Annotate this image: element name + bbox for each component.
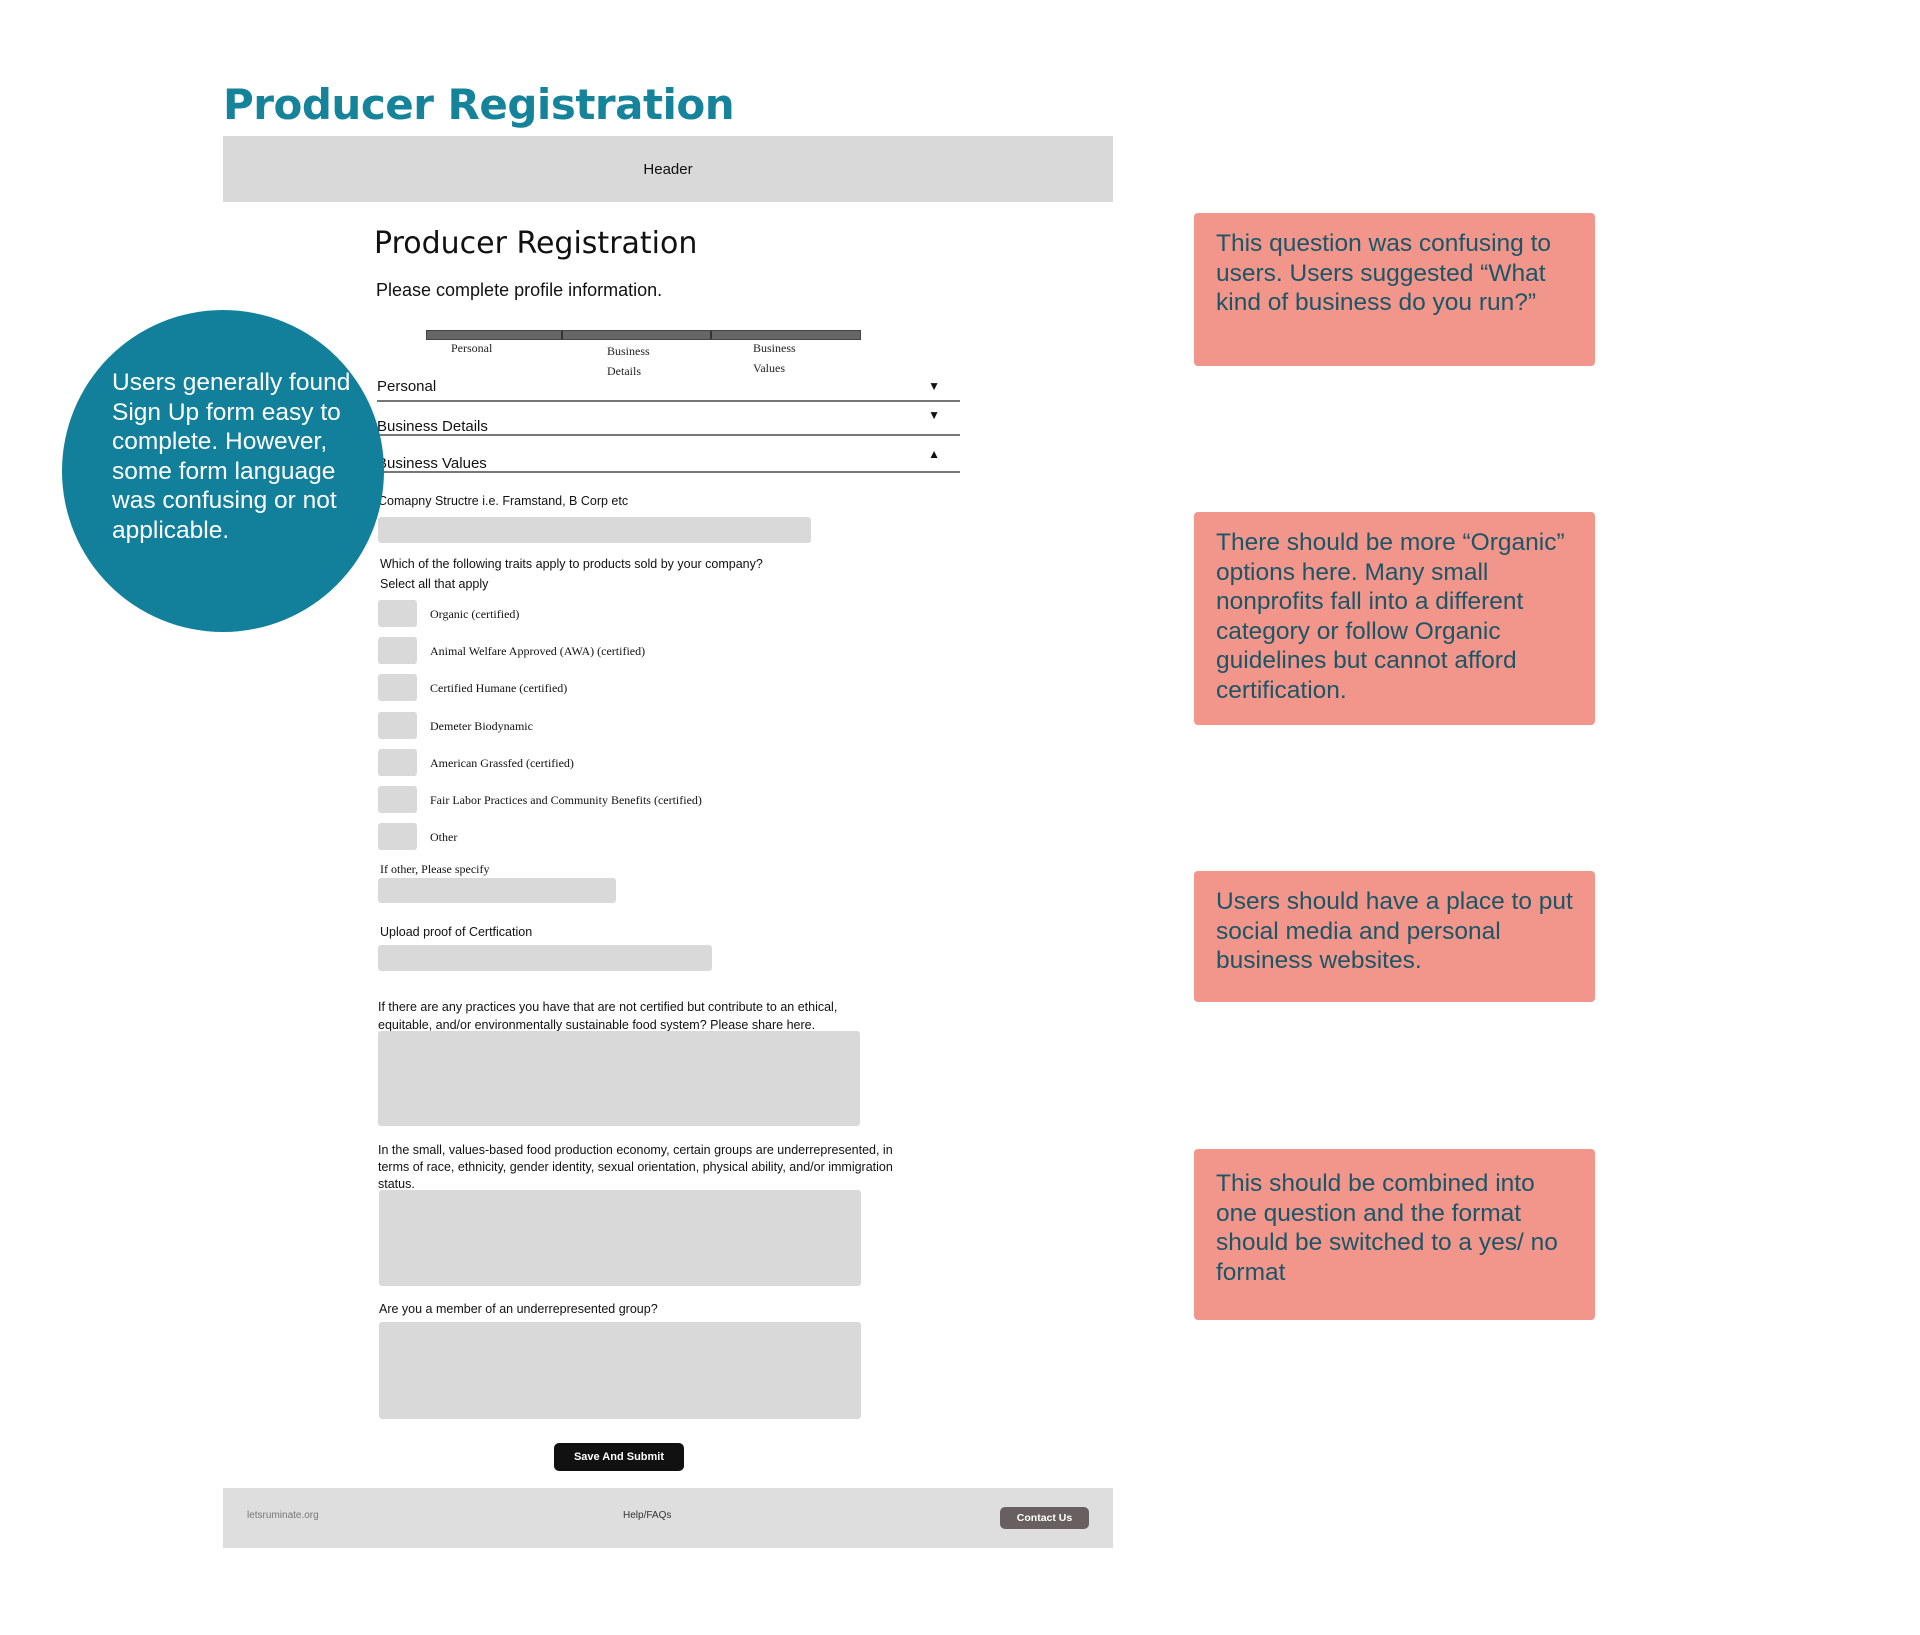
trait-label: Certified Humane (certified) bbox=[430, 681, 568, 696]
page-title: Producer Registration bbox=[223, 80, 735, 129]
caret-down-icon: ▼ bbox=[928, 408, 940, 422]
trait-checkbox[interactable] bbox=[378, 674, 417, 702]
step-personal: Personal bbox=[451, 338, 492, 358]
contact-us-button[interactable]: Contact Us bbox=[1000, 1507, 1089, 1529]
practices-textarea[interactable] bbox=[378, 1031, 860, 1126]
trait-checkbox[interactable] bbox=[378, 711, 417, 739]
trait-checkbox[interactable] bbox=[378, 600, 417, 627]
section-business-values[interactable]: Business Values ▲ bbox=[377, 443, 960, 473]
other-label: If other, Please specify bbox=[380, 862, 490, 876]
trait-label: American Grassfed (certified) bbox=[430, 755, 574, 770]
footer-site-link[interactable]: letsruminate.org bbox=[247, 1510, 319, 1521]
annotation-note: Users should have a place to put social … bbox=[1194, 871, 1595, 1002]
upload-field[interactable] bbox=[378, 945, 712, 971]
trait-label: Fair Labor Practices and Community Benef… bbox=[430, 793, 702, 807]
section-business-details[interactable]: Business Details ▼ bbox=[377, 406, 960, 436]
header-label: Header bbox=[643, 160, 693, 178]
practices-label: If there are any practices you have that… bbox=[378, 1000, 838, 1032]
step-label: Personal bbox=[451, 341, 493, 355]
step-label: Business bbox=[753, 341, 796, 355]
annotation-note: This question was confusing to users. Us… bbox=[1194, 213, 1595, 366]
trait-label: Other bbox=[430, 830, 458, 845]
member-textarea[interactable] bbox=[379, 1322, 861, 1419]
annotation-note: This should be combined into one questio… bbox=[1194, 1149, 1595, 1320]
header: Header bbox=[223, 136, 1113, 202]
company-structure-label: Comapny Structre i.e. Framstand, B Corp … bbox=[378, 494, 629, 508]
other-input[interactable] bbox=[378, 878, 616, 903]
trait-checkbox[interactable] bbox=[378, 748, 417, 776]
underrep-label: In the small, values-based food producti… bbox=[378, 1143, 893, 1191]
trait-label: Animal Welfare Approved (AWA) (certified… bbox=[430, 644, 646, 659]
footer: letsruminate.org Help/FAQs Contact Us bbox=[223, 1488, 1113, 1548]
underrep-textarea[interactable] bbox=[379, 1190, 861, 1286]
section-personal[interactable]: Personal ▼ bbox=[377, 372, 960, 402]
save-and-submit-button[interactable]: Save And Submit bbox=[554, 1443, 684, 1471]
trait-label: Organic (certified) bbox=[430, 607, 520, 621]
caret-up-icon: ▲ bbox=[928, 447, 940, 461]
upload-label: Upload proof of Certfication bbox=[380, 925, 533, 939]
footer-help-link[interactable]: Help/FAQs bbox=[623, 1510, 671, 1521]
trait-checkbox[interactable] bbox=[378, 786, 417, 813]
trait-checkbox[interactable] bbox=[378, 637, 417, 665]
trait-label: Demeter Biodynamic bbox=[430, 718, 533, 733]
step-label: Business bbox=[607, 344, 650, 358]
annotation-note: There should be more “Organic” options h… bbox=[1194, 512, 1595, 725]
annotation-circle-text: Users generally found Sign Up form easy … bbox=[112, 369, 351, 544]
section-label: Personal bbox=[377, 377, 437, 395]
trait-checkbox[interactable] bbox=[378, 823, 417, 851]
member-label: Are you a member of an underrepresented … bbox=[379, 1302, 658, 1316]
caret-down-icon: ▼ bbox=[928, 379, 940, 393]
form-title: Producer Registration bbox=[374, 226, 698, 261]
form-subtitle: Please complete profile information. bbox=[376, 280, 663, 300]
traits-hint: Select all that apply bbox=[380, 577, 489, 591]
section-label: Business Values bbox=[377, 454, 487, 472]
traits-question: Which of the following traits apply to p… bbox=[380, 557, 763, 571]
company-structure-input[interactable] bbox=[378, 517, 811, 543]
section-label: Business Details bbox=[377, 417, 488, 435]
